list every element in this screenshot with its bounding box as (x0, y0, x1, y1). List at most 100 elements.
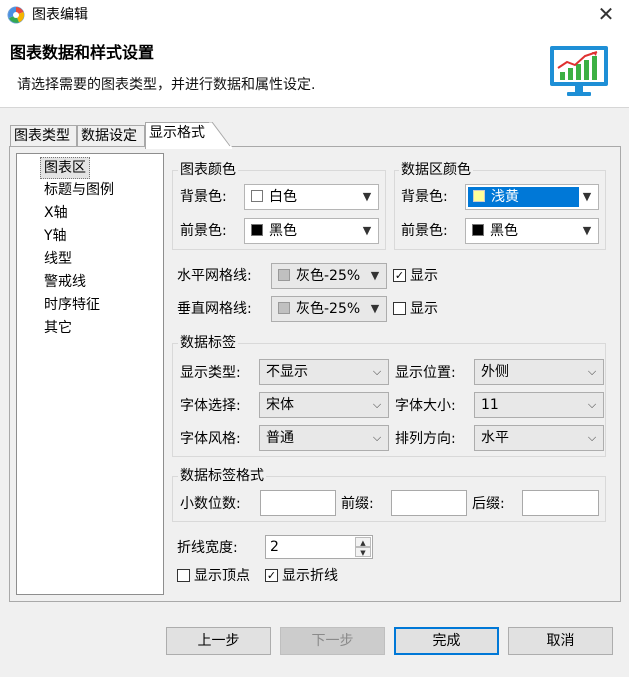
v-grid-swatch (278, 302, 290, 314)
label-font-value: 宋体 (266, 397, 294, 413)
label-style-value: 普通 (266, 430, 294, 446)
v-grid-show-checkbox[interactable] (393, 302, 406, 315)
app-icon (7, 6, 25, 24)
prefix-input[interactable] (391, 490, 467, 516)
label-style-select[interactable]: 普通 ⌵ (259, 425, 389, 451)
tab-display-format[interactable]: 显示格式 (145, 122, 209, 149)
window-title: 图表编辑 (32, 7, 88, 23)
tree-item-chart-area[interactable]: 图表区 (40, 157, 90, 179)
chevron-down-icon: ⌵ (587, 431, 597, 444)
label-size-label: 字体大小: (395, 398, 456, 414)
label-type-value: 不显示 (266, 364, 308, 380)
label-direction-value: 水平 (481, 430, 509, 446)
header-title: 图表数据和样式设置 (10, 43, 155, 62)
data-bg-swatch (473, 190, 485, 202)
h-grid-show-checkbox[interactable]: ✓ (393, 269, 406, 282)
tab-data-settings[interactable]: 数据设定 (77, 125, 145, 147)
decimals-input[interactable] (260, 490, 336, 516)
chart-fg-value: 黑色 (269, 223, 297, 239)
data-fg-select[interactable]: 黑色 ▼ (465, 218, 599, 244)
show-line-label: 显示折线 (282, 568, 338, 584)
label-position-value: 外侧 (481, 364, 509, 380)
tab-edge (206, 122, 232, 149)
v-grid-show-label: 显示 (410, 301, 438, 317)
finish-button[interactable]: 完成 (394, 627, 499, 655)
chevron-down-icon: ▼ (370, 269, 380, 282)
label-size-value: 11 (481, 397, 499, 413)
chart-bg-select[interactable]: 白色 ▼ (244, 184, 379, 210)
label-font-select[interactable]: 宋体 ⌵ (259, 392, 389, 418)
label-format-title: 数据标签格式 (178, 467, 266, 485)
chevron-down-icon: ⌵ (372, 398, 382, 411)
line-width-label: 折线宽度: (177, 540, 238, 556)
label-direction-label: 排列方向: (395, 431, 456, 447)
label-size-select[interactable]: 11 ⌵ (474, 392, 604, 418)
tree-item-warning-line[interactable]: 警戒线 (42, 272, 88, 292)
label-position-select[interactable]: 外侧 ⌵ (474, 359, 604, 385)
h-grid-show-label: 显示 (410, 268, 438, 284)
prefix-label: 前缀: (341, 496, 374, 512)
h-grid-label: 水平网格线: (177, 268, 252, 284)
prev-button[interactable]: 上一步 (166, 627, 271, 655)
tree-item-title-legend[interactable]: 标题与图例 (42, 180, 116, 200)
v-grid-select[interactable]: 灰色-25% ▼ (271, 296, 387, 322)
data-bg-label: 背景色: (401, 189, 448, 205)
suffix-input[interactable] (522, 490, 599, 516)
chart-monitor-icon (550, 46, 608, 96)
data-color-title: 数据区颜色 (399, 161, 473, 179)
chevron-down-icon: ▼ (582, 190, 592, 203)
line-width-stepper[interactable]: 2 ▲ ▼ (265, 535, 373, 559)
data-fg-swatch (472, 224, 484, 236)
h-grid-select[interactable]: 灰色-25% ▼ (271, 263, 387, 289)
chart-fg-swatch (251, 224, 263, 236)
data-bg-select[interactable]: 浅黄 ▼ (465, 184, 599, 210)
next-button[interactable]: 下一步 (280, 627, 385, 655)
chevron-down-icon: ⌵ (372, 431, 382, 444)
show-line-checkbox[interactable]: ✓ (265, 569, 278, 582)
tree-item-y-axis[interactable]: Y轴 (42, 226, 69, 246)
data-label-title: 数据标签 (178, 334, 238, 352)
tree-item-line-type[interactable]: 线型 (42, 249, 74, 269)
stepper-down-icon[interactable]: ▼ (355, 547, 371, 557)
suffix-label: 后缀: (472, 496, 505, 512)
show-points-label: 显示顶点 (194, 568, 250, 584)
tree-item-x-axis[interactable]: X轴 (42, 203, 70, 223)
chart-bg-swatch (251, 190, 263, 202)
close-icon[interactable]: ✕ (592, 3, 620, 27)
stepper-up-icon[interactable]: ▲ (355, 537, 371, 547)
label-font-label: 字体选择: (180, 398, 241, 414)
tree-item-time-series[interactable]: 时序特征 (42, 295, 102, 315)
tab-chart-type[interactable]: 图表类型 (10, 125, 77, 147)
tree-item-other[interactable]: 其它 (42, 318, 74, 338)
v-grid-value: 灰色-25% (296, 301, 361, 317)
chevron-down-icon: ⌵ (587, 365, 597, 378)
data-fg-label: 前景色: (401, 223, 448, 239)
label-type-label: 显示类型: (180, 365, 241, 381)
label-position-label: 显示位置: (395, 365, 456, 381)
header-description: 请选择需要的图表类型，并进行数据和属性设定. (17, 77, 316, 93)
data-bg-selection: 浅黄 (468, 187, 579, 207)
h-grid-swatch (278, 269, 290, 281)
chart-color-title: 图表颜色 (178, 161, 238, 179)
title-bar (0, 0, 629, 31)
chart-bg-value: 白色 (269, 189, 297, 205)
label-type-select[interactable]: 不显示 ⌵ (259, 359, 389, 385)
h-grid-value: 灰色-25% (296, 268, 361, 284)
decimals-label: 小数位数: (180, 496, 241, 512)
chevron-down-icon: ▼ (582, 224, 592, 237)
label-style-label: 字体风格: (180, 431, 241, 447)
chart-fg-label: 前景色: (180, 223, 227, 239)
category-tree[interactable] (16, 153, 164, 595)
chevron-down-icon: ▼ (362, 224, 372, 237)
data-bg-value: 浅黄 (491, 189, 519, 205)
cancel-button[interactable]: 取消 (508, 627, 613, 655)
chart-fg-select[interactable]: 黑色 ▼ (244, 218, 379, 244)
chevron-down-icon: ▼ (362, 190, 372, 203)
chart-bg-label: 背景色: (180, 189, 227, 205)
label-direction-select[interactable]: 水平 ⌵ (474, 425, 604, 451)
data-fg-value: 黑色 (490, 223, 518, 239)
show-points-checkbox[interactable] (177, 569, 190, 582)
line-width-value: 2 (270, 539, 279, 555)
chevron-down-icon: ⌵ (372, 365, 382, 378)
v-grid-label: 垂直网格线: (177, 301, 252, 317)
